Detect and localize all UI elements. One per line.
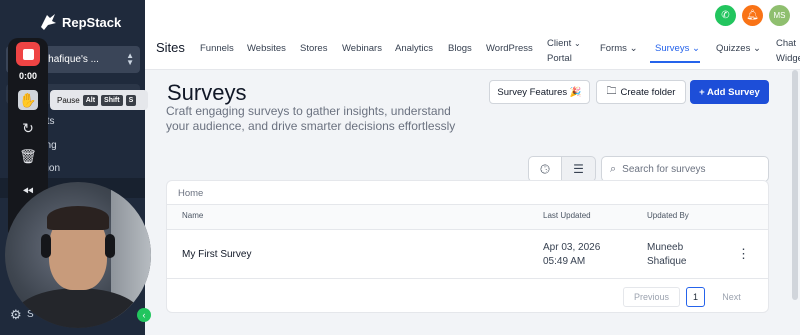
- page-scrollbar[interactable]: [792, 70, 798, 300]
- record-stop-button[interactable]: [16, 42, 40, 66]
- pause-button[interactable]: ✋: [18, 90, 38, 110]
- breadcrumb[interactable]: Home: [178, 188, 203, 199]
- webcam-person-hair: [47, 206, 109, 230]
- last-updated-date: Apr 03, 2026: [543, 242, 601, 253]
- tooltip-label: Pause: [57, 95, 80, 105]
- bird-logo-icon: [41, 14, 56, 30]
- tab-webinars[interactable]: Webinars: [342, 43, 382, 54]
- survey-name-link[interactable]: My First Survey: [182, 249, 251, 260]
- pagination-next[interactable]: Next: [711, 287, 752, 307]
- record-timer: 0:00: [18, 71, 37, 81]
- tab-blogs[interactable]: Blogs: [448, 43, 472, 54]
- list-icon: ☰: [573, 162, 584, 176]
- pagination-current-page[interactable]: 1: [686, 287, 705, 307]
- tab-quizzes-label: Quizzes: [716, 43, 751, 54]
- folder-plus-icon: 🗀: [606, 85, 617, 97]
- clock-icon: 🕓︎: [540, 161, 550, 176]
- kbd-shift: Shift: [101, 94, 123, 106]
- phone-icon: ✆: [721, 10, 730, 21]
- column-header-last-updated[interactable]: Last Updated: [543, 211, 591, 220]
- survey-search-input[interactable]: ⌕ Search for surveys: [601, 156, 769, 182]
- column-header-name[interactable]: Name: [182, 211, 203, 220]
- tab-forms[interactable]: Forms ⌄: [600, 43, 638, 54]
- add-survey-button[interactable]: + Add Survey: [690, 80, 769, 104]
- last-updated-time: 05:49 AM: [543, 256, 586, 267]
- user-avatar[interactable]: MS: [769, 5, 790, 26]
- row-actions-kebab-icon[interactable]: ⋮: [737, 247, 750, 260]
- webcam-headset-right: [105, 234, 115, 258]
- tab-stores[interactable]: Stores: [300, 43, 327, 54]
- avatar-initials: MS: [773, 11, 786, 20]
- search-placeholder: Search for surveys: [622, 163, 706, 175]
- updated-by-cell: Muneeb Shafique: [647, 241, 686, 269]
- chevron-down-icon: ⌄: [752, 43, 761, 54]
- tab-client-portal-line1: Client: [547, 38, 572, 49]
- tab-chat-widget-line1: Chat: [776, 38, 797, 49]
- pagination-previous[interactable]: Previous: [623, 287, 680, 307]
- chevron-down-icon: ⌄: [573, 39, 581, 48]
- pause-tooltip: Pause Alt Shift S: [50, 90, 148, 110]
- chevron-down-icon: ⌄: [691, 43, 700, 54]
- pause-hand-icon: ✋: [19, 91, 37, 108]
- delete-recording-button[interactable]: 🗑︎: [18, 146, 38, 166]
- bell-icon: 🔔︎: [746, 10, 759, 21]
- tab-surveys[interactable]: Surveys ⌄: [655, 43, 700, 54]
- tab-client-portal-line2: Portal: [547, 53, 572, 64]
- tab-websites[interactable]: Websites: [247, 43, 286, 54]
- recent-view-toggle[interactable]: 🕓︎: [528, 156, 562, 182]
- tab-forms-label: Forms: [600, 43, 627, 54]
- tab-chat-widget-line2: Widge: [776, 53, 800, 64]
- brand-logo[interactable]: RepStack: [38, 11, 121, 33]
- webcam-bubble[interactable]: [5, 182, 151, 328]
- create-folder-label: Create folder: [620, 86, 676, 98]
- updated-by-first: Muneeb: [647, 242, 684, 253]
- active-tab-indicator: [650, 61, 700, 63]
- tab-client-portal[interactable]: Client ⌄ Portal: [547, 36, 581, 66]
- chevron-down-icon: ⌄: [629, 43, 638, 54]
- stop-icon: [22, 48, 34, 60]
- column-header-updated-by[interactable]: Updated By: [647, 211, 689, 220]
- chevron-updown-icon: ▲ ▼: [126, 51, 134, 67]
- tab-analytics[interactable]: Analytics: [395, 43, 433, 54]
- trash-icon: 🗑︎: [19, 147, 37, 164]
- last-updated-cell: Apr 03, 2026 05:49 AM: [543, 241, 600, 269]
- survey-features-button[interactable]: Survey Features 🎉: [489, 80, 590, 104]
- create-folder-button[interactable]: 🗀 Create folder: [596, 80, 686, 104]
- brand-name: RepStack: [62, 14, 122, 30]
- restart-button[interactable]: ↻: [18, 118, 38, 138]
- tab-funnels[interactable]: Funnels: [200, 43, 234, 54]
- page-title: Surveys: [167, 80, 247, 105]
- sites-tab-bar: Sites Funnels Websites Stores Webinars A…: [145, 34, 800, 70]
- kbd-alt: Alt: [82, 94, 99, 106]
- tab-wordpress[interactable]: WordPress: [486, 43, 533, 54]
- section-title: Sites: [156, 40, 185, 55]
- tab-surveys-label: Surveys: [655, 43, 690, 54]
- add-survey-label: + Add Survey: [699, 86, 760, 98]
- kbd-s: S: [125, 94, 137, 106]
- search-icon: ⌕: [610, 162, 617, 175]
- updated-by-last: Shafique: [647, 256, 687, 267]
- restart-icon: ↻: [22, 119, 34, 136]
- tab-quizzes[interactable]: Quizzes ⌄: [716, 43, 761, 54]
- notifications-button[interactable]: 🔔︎: [742, 5, 763, 26]
- webcam-headset-left: [41, 234, 51, 258]
- survey-features-label: Survey Features 🎉: [497, 86, 582, 98]
- list-view-toggle[interactable]: ☰: [561, 156, 596, 182]
- row-divider: [167, 278, 768, 279]
- phone-button[interactable]: ✆: [715, 5, 736, 26]
- page-subtitle: Craft engaging surveys to gather insight…: [166, 104, 456, 133]
- tab-chat-widget[interactable]: Chat Widge: [776, 36, 800, 66]
